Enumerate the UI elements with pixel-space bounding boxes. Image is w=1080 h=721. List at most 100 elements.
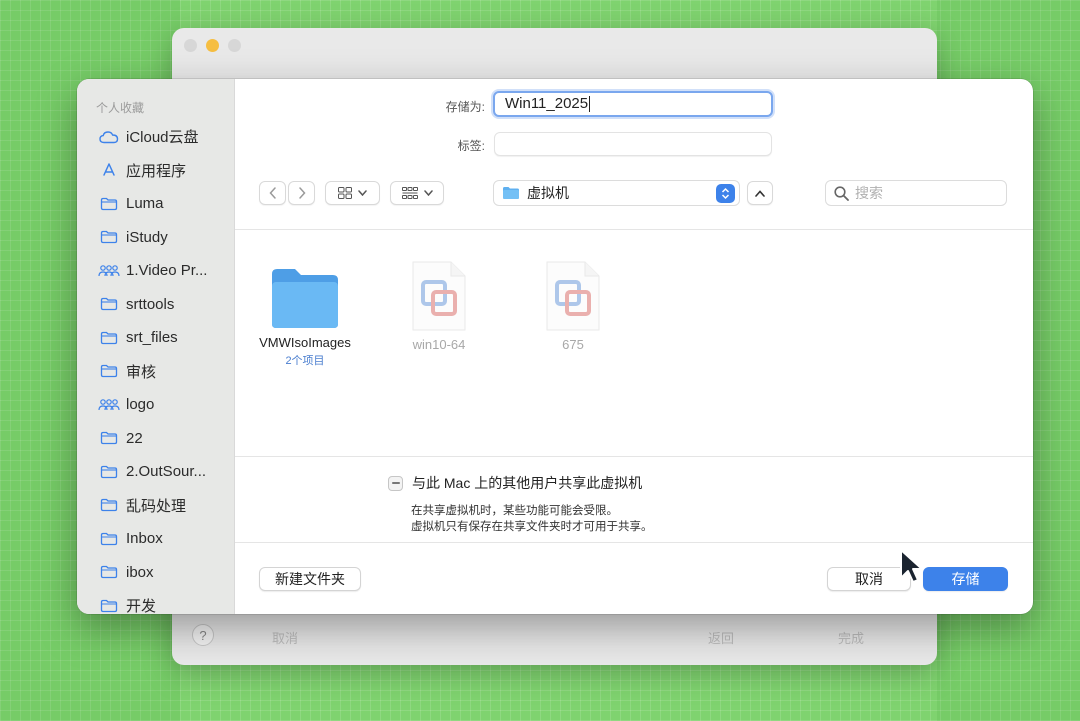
save-as-value: Win11_2025 bbox=[505, 95, 589, 112]
save-button[interactable]: 存储 bbox=[923, 567, 1008, 591]
search-placeholder: 搜索 bbox=[855, 185, 883, 201]
sidebar-item[interactable]: logo bbox=[77, 388, 235, 422]
help-button[interactable]: ? bbox=[192, 624, 214, 646]
text-caret bbox=[589, 96, 591, 113]
chevron-up-icon bbox=[755, 189, 765, 197]
tags-input[interactable] bbox=[494, 132, 772, 156]
folder-icon bbox=[503, 187, 519, 199]
folder-icon bbox=[98, 330, 120, 346]
share-note-line: 在共享虚拟机时，某些功能可能会受限。 bbox=[411, 505, 618, 517]
view-mode-button[interactable] bbox=[325, 181, 380, 205]
folder-icon bbox=[98, 229, 120, 245]
folder-icon bbox=[98, 497, 120, 513]
shared-folder-icon bbox=[98, 397, 120, 413]
main-panel: 存储为: Win11_2025 标签: 虚拟机 搜索 VMWIsoImages … bbox=[235, 79, 1033, 614]
collapse-button[interactable] bbox=[747, 181, 773, 205]
tags-label: 标签: bbox=[457, 139, 485, 153]
sidebar-item[interactable]: 乱码处理 bbox=[77, 489, 235, 523]
shared-folder-icon bbox=[98, 263, 120, 279]
share-label: 与此 Mac 上的其他用户共享此虚拟机 bbox=[412, 475, 643, 491]
search-field[interactable]: 搜索 bbox=[825, 180, 1007, 206]
folder-icon bbox=[98, 296, 120, 312]
sidebar-item-label: Luma bbox=[126, 195, 164, 213]
sidebar-item-label: logo bbox=[126, 396, 155, 414]
sidebar-item-label: 乱码处理 bbox=[126, 497, 187, 515]
location-popup[interactable]: 虚拟机 bbox=[493, 180, 740, 206]
chevron-left-icon bbox=[268, 187, 276, 199]
sidebar-item-label: 开发 bbox=[126, 598, 157, 614]
back-return-button[interactable]: 返回 bbox=[686, 626, 756, 648]
folder-icon bbox=[98, 598, 120, 614]
chevron-down-icon bbox=[423, 190, 433, 196]
share-checkbox[interactable] bbox=[388, 475, 403, 491]
save-as-input[interactable]: Win11_2025 bbox=[493, 91, 773, 117]
back-done-button[interactable]: 完成 bbox=[816, 626, 886, 648]
file-subtitle: 2个项目 bbox=[285, 355, 325, 367]
folder-icon bbox=[98, 564, 120, 580]
chevron-right-icon bbox=[298, 187, 306, 199]
group-view-icon bbox=[401, 187, 418, 199]
cloud-icon bbox=[98, 129, 120, 145]
sidebar-item-label: srttools bbox=[126, 295, 175, 313]
mixed-state-icon bbox=[391, 482, 400, 484]
sidebar-item[interactable]: Inbox bbox=[77, 522, 235, 556]
file-name: VMWIsoImages bbox=[259, 335, 351, 350]
sidebar-item[interactable]: srt_files bbox=[77, 321, 235, 355]
vmware-document-icon bbox=[412, 261, 466, 331]
sidebar-item[interactable]: 2.OutSour... bbox=[77, 455, 235, 489]
sidebar-item[interactable]: 审核 bbox=[77, 355, 235, 389]
applications-icon bbox=[98, 162, 120, 178]
sidebar-item-label: 2.OutSour... bbox=[126, 463, 207, 481]
save-dialog: 个人收藏 iCloud云盘 应用程序 Luma iStudy 1.Video Pr...… bbox=[77, 79, 1033, 614]
sidebar-item[interactable]: ibox bbox=[77, 556, 235, 590]
share-option[interactable]: 与此 Mac 上的其他用户共享此虚拟机 bbox=[388, 473, 642, 493]
sidebar-item[interactable]: 22 bbox=[77, 422, 235, 456]
search-icon bbox=[834, 185, 849, 201]
chevron-down-icon bbox=[358, 190, 367, 196]
zoom-window-button[interactable] bbox=[228, 39, 241, 52]
sidebar-item-label: iCloud云盘 bbox=[126, 129, 199, 147]
sidebar-item[interactable]: 开发 bbox=[77, 589, 235, 614]
sidebar-item[interactable]: srttools bbox=[77, 288, 235, 322]
sidebar-item[interactable]: 应用程序 bbox=[77, 154, 235, 188]
sidebar-item-label: Inbox bbox=[126, 530, 163, 548]
back-cancel-button[interactable]: 取消 bbox=[250, 626, 320, 648]
sidebar-item[interactable]: Luma bbox=[77, 187, 235, 221]
file-name: 675 bbox=[562, 337, 584, 352]
popup-arrows-icon bbox=[716, 184, 735, 203]
mouse-cursor-icon bbox=[900, 549, 923, 583]
back-nav-button[interactable] bbox=[259, 181, 286, 205]
forward-nav-button[interactable] bbox=[288, 181, 315, 205]
folder-icon bbox=[272, 269, 338, 328]
share-note: 在共享虚拟机时，某些功能可能会受限。 虚拟机只有保存在共享文件夹时才可用于共享。 bbox=[411, 503, 653, 535]
file-item-vmwisoimages[interactable]: VMWIsoImages 2个项目 bbox=[245, 266, 365, 368]
folder-icon bbox=[98, 531, 120, 547]
folder-icon bbox=[98, 196, 120, 212]
sidebar-item[interactable]: 1.Video Pr... bbox=[77, 254, 235, 288]
sidebar-item-label: 审核 bbox=[126, 363, 157, 381]
folder-icon bbox=[98, 464, 120, 480]
sidebar-item-label: ibox bbox=[126, 563, 154, 581]
new-folder-button[interactable]: 新建文件夹 bbox=[259, 567, 361, 591]
sidebar-item[interactable]: iStudy bbox=[77, 221, 235, 255]
file-item-win10-64[interactable]: win10-64 bbox=[379, 260, 499, 352]
close-window-button[interactable] bbox=[184, 39, 197, 52]
sidebar-header: 个人收藏 bbox=[96, 101, 145, 115]
minimize-window-button[interactable] bbox=[206, 39, 219, 52]
group-by-button[interactable] bbox=[390, 181, 444, 205]
file-item-675[interactable]: 675 bbox=[513, 260, 633, 352]
sidebar-item-label: 1.Video Pr... bbox=[126, 262, 208, 280]
sidebar: 个人收藏 iCloud云盘 应用程序 Luma iStudy 1.Video Pr...… bbox=[77, 79, 235, 614]
sidebar-item[interactable]: iCloud云盘 bbox=[77, 120, 235, 154]
share-note-line: 虚拟机只有保存在共享文件夹时才可用于共享。 bbox=[411, 521, 653, 533]
location-label: 虚拟机 bbox=[527, 185, 569, 201]
file-name: win10-64 bbox=[412, 337, 466, 352]
vmware-document-icon bbox=[546, 261, 600, 331]
sidebar-item-label: 22 bbox=[126, 429, 143, 447]
sidebar-item-label: srt_files bbox=[126, 329, 178, 347]
file-browser: VMWIsoImages 2个项目 win10-64 675 bbox=[235, 229, 1033, 457]
save-as-label: 存储为: bbox=[445, 100, 485, 114]
folder-icon bbox=[98, 430, 120, 446]
sidebar-item-label: 应用程序 bbox=[126, 162, 187, 180]
sidebar-list: iCloud云盘 应用程序 Luma iStudy 1.Video Pr... srtto… bbox=[77, 120, 235, 614]
